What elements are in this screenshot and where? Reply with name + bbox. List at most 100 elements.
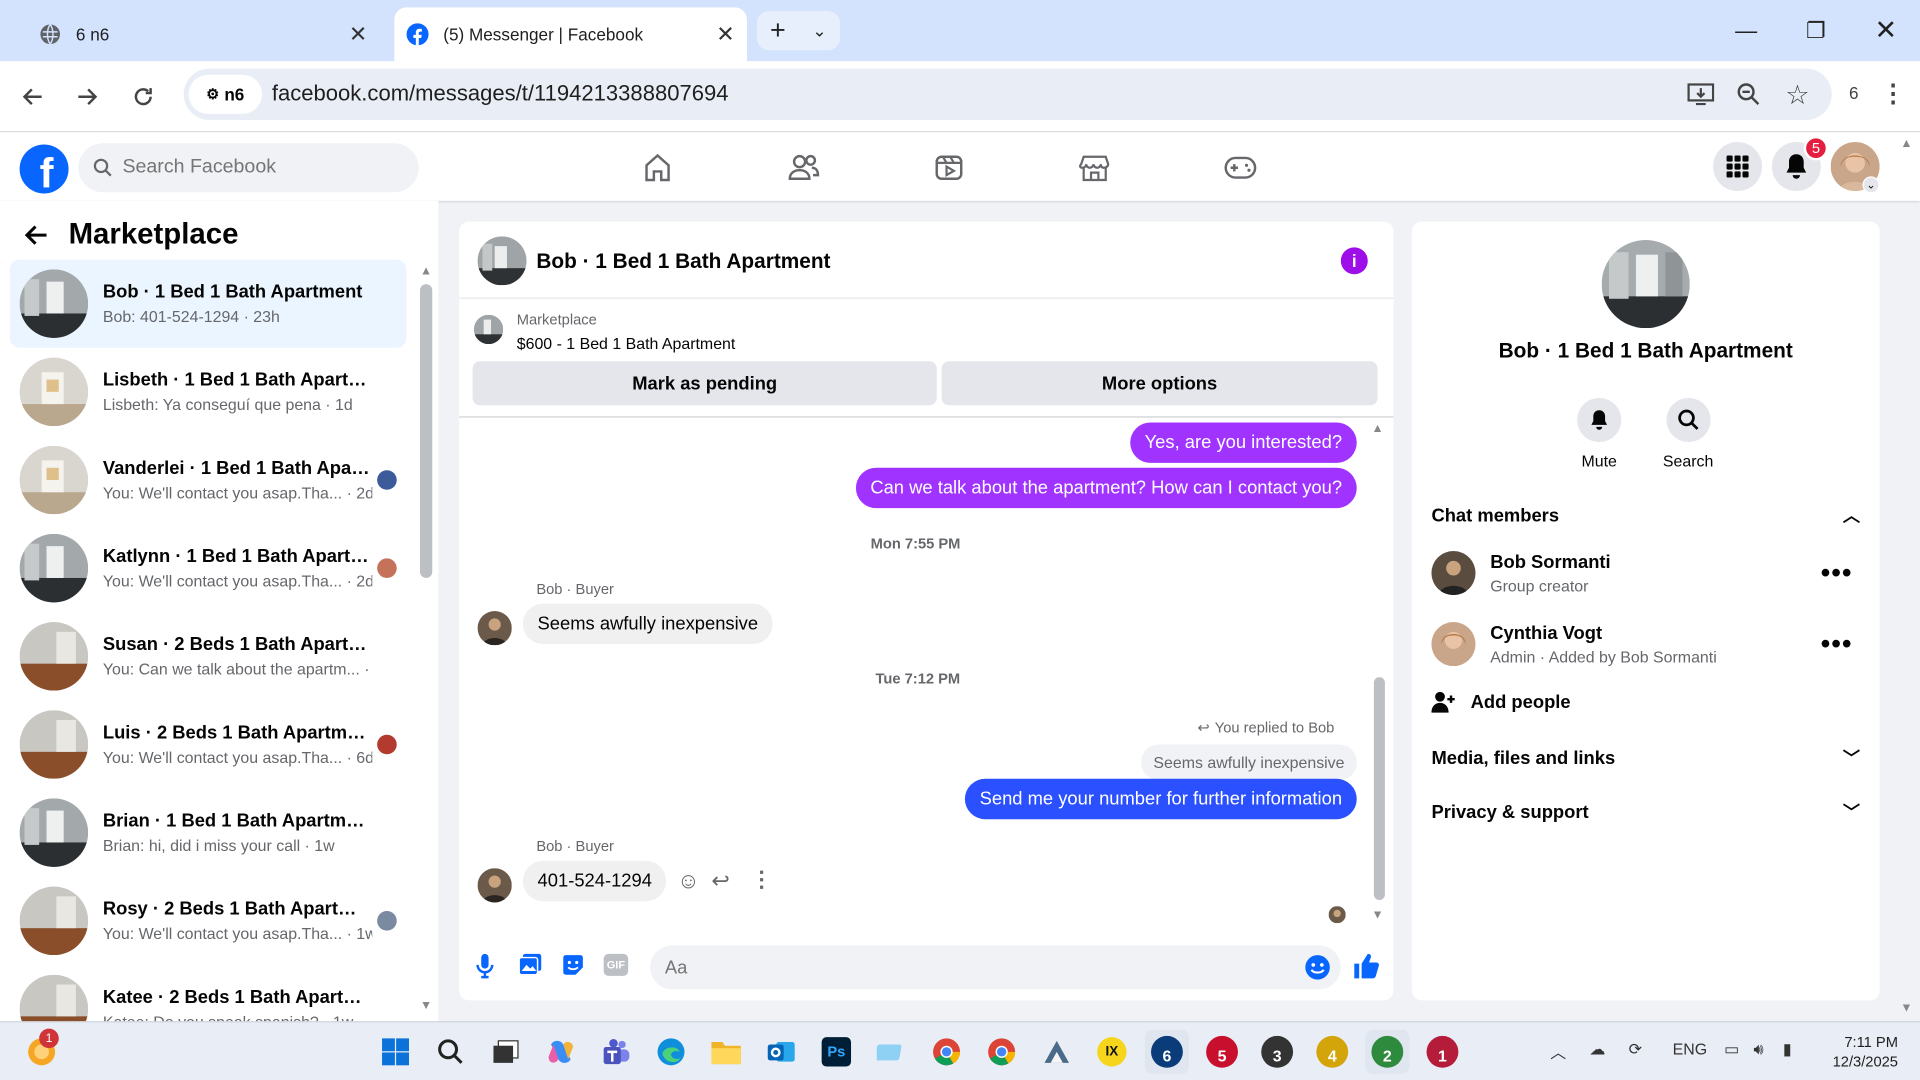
close-window-button[interactable]: ✕ [1861, 10, 1910, 52]
friends-icon[interactable] [782, 147, 824, 189]
display-icon[interactable]: ▭ [1724, 1040, 1739, 1060]
info-icon[interactable]: i [1340, 247, 1368, 275]
volume-icon[interactable]: 🔊︎ [1753, 1040, 1763, 1060]
conversation-item[interactable]: Brian · 1 Bed 1 Bath Apartment Brian: hi,… [10, 789, 407, 877]
facebook-search[interactable] [78, 143, 419, 193]
battery-icon[interactable]: ▮ [1783, 1040, 1792, 1060]
sidebar-scroll-down-icon[interactable]: ▼ [420, 999, 432, 1012]
microphone-icon[interactable] [475, 953, 495, 980]
outgoing-message[interactable]: Yes, are you interested? [1129, 422, 1357, 463]
home-icon[interactable] [637, 147, 679, 189]
browser-profile-icon[interactable]: 4 [1310, 1030, 1354, 1074]
cloud-offline-icon[interactable]: ☁ [1589, 1040, 1605, 1060]
page-scroll-up-icon[interactable]: ▲ [1900, 137, 1912, 150]
media-files-section-header[interactable]: Media, files and links ﹀ [1431, 746, 1860, 770]
incoming-message[interactable]: Seems awfully inexpensive [522, 603, 773, 645]
chat-scrollbar[interactable] [1373, 677, 1385, 901]
browser-profile-icon[interactable]: 1 [1420, 1030, 1464, 1074]
task-view-icon[interactable] [484, 1030, 528, 1074]
browser-profile-icon[interactable]: 2 [1365, 1029, 1410, 1074]
incoming-message[interactable]: 401-524-1294 [522, 860, 667, 902]
profile-indicator[interactable]: 6 [1849, 83, 1859, 103]
close-tab-icon[interactable]: ✕ [716, 21, 734, 47]
account-chevron-icon[interactable]: ⌄ [1862, 176, 1880, 194]
chat-title[interactable]: Bob · 1 Bed 1 Bath Apartment [536, 250, 830, 274]
chrome-profile-icon[interactable] [980, 1030, 1024, 1074]
mark-as-pending-button[interactable]: Mark as pending [472, 361, 937, 406]
listing-thumbnail[interactable] [473, 314, 504, 345]
member-options-icon[interactable]: ••• [1821, 628, 1860, 660]
emoji-icon[interactable] [1304, 954, 1331, 981]
search-in-conversation-button[interactable]: Search [1663, 397, 1713, 470]
chrome-profile-icon[interactable] [924, 1030, 968, 1074]
conversation-item[interactable]: Susan · 2 Beds 1 Bath Apartment You: Can … [10, 612, 407, 700]
chat-scroll-up-icon[interactable]: ▲ [1371, 422, 1383, 435]
ix-app-icon[interactable]: IX [1090, 1030, 1134, 1074]
site-info-chip[interactable]: ⚙ n6 [188, 74, 263, 114]
zoom-icon[interactable] [1736, 82, 1760, 106]
more-options-button[interactable]: More options [941, 361, 1378, 406]
bookmark-star-icon[interactable]: ☆ [1785, 80, 1809, 112]
facebook-logo[interactable]: f [19, 144, 69, 194]
address-bar[interactable]: ⚙ n6 facebook.com/messages/t/11942133888… [183, 68, 1832, 121]
marketplace-icon[interactable] [1074, 147, 1116, 189]
outlook-icon[interactable] [759, 1030, 803, 1074]
reply-icon[interactable]: ↩ [711, 868, 729, 894]
page-scroll-down-icon[interactable]: ▼ [1900, 1002, 1912, 1015]
message-input[interactable] [664, 956, 1278, 978]
browser-tab-messenger[interactable]: (5) Messenger | Facebook ✕ [394, 7, 747, 62]
browser-profile-icon[interactable]: 3 [1255, 1030, 1299, 1074]
reload-button[interactable] [127, 81, 159, 113]
member-row[interactable]: Cynthia Vogt Admin · Added by Bob Sorman… [1431, 613, 1860, 674]
member-row[interactable]: Bob Sormanti Group creator ••• [1431, 542, 1860, 603]
photoshop-icon[interactable]: Ps [814, 1030, 858, 1074]
gif-icon[interactable]: GIF [603, 953, 629, 976]
back-arrow-icon[interactable] [24, 223, 48, 247]
bob-avatar[interactable] [477, 868, 512, 903]
listing-title[interactable]: $600 - 1 Bed 1 Bath Apartment [517, 334, 736, 352]
search-input[interactable] [122, 156, 392, 179]
restore-button[interactable]: ❐ [1791, 10, 1840, 52]
outgoing-message[interactable]: Send me your number for further informat… [964, 778, 1357, 820]
add-people-button[interactable]: Add people [1431, 689, 1860, 713]
gaming-icon[interactable] [1220, 147, 1262, 189]
conversation-item[interactable]: Vanderlei · 1 Bed 1 Bath Apart... You: We… [10, 436, 407, 524]
close-tab-icon[interactable]: ✕ [349, 21, 367, 47]
browser-tab-n6[interactable]: 6 n6 ✕ [24, 7, 382, 61]
language-indicator[interactable]: ENG [1673, 1040, 1707, 1058]
url-text[interactable]: facebook.com/messages/t/1194213388807694 [272, 81, 729, 107]
new-tab-button[interactable]: + [770, 15, 786, 47]
system-clock[interactable]: 7:11 PM 12/3/2025 [1833, 1032, 1898, 1071]
conversation-photo[interactable] [1601, 240, 1690, 329]
like-thumb-icon[interactable] [1352, 951, 1381, 980]
sidebar-scroll-up-icon[interactable]: ▲ [420, 264, 432, 277]
quoted-message[interactable]: Seems awfully inexpensive [1141, 744, 1357, 781]
photo-icon[interactable] [518, 953, 542, 977]
sync-icon[interactable]: ⟳ [1629, 1040, 1642, 1060]
sticker-icon[interactable] [561, 953, 585, 977]
conversation-item[interactable]: Bob · 1 Bed 1 Bath Apartment Bob: 401-524… [9, 259, 407, 348]
chat-members-section-header[interactable]: Chat members ︿ [1431, 503, 1860, 527]
copilot-icon[interactable] [539, 1030, 583, 1074]
card-app-icon[interactable] [869, 1030, 913, 1074]
conversation-item[interactable]: Lisbeth · 1 Bed 1 Bath Apartment Lisbeth:… [10, 348, 407, 436]
sidebar-scrollbar[interactable] [420, 284, 433, 578]
privacy-support-section-header[interactable]: Privacy & support ﹀ [1431, 800, 1860, 824]
mute-button[interactable]: Mute [1577, 397, 1622, 470]
browser-profile-icon[interactable]: 6 [1144, 1029, 1189, 1074]
back-button[interactable] [17, 81, 49, 113]
file-explorer-icon[interactable] [704, 1030, 748, 1074]
conversation-item[interactable]: Katlynn · 1 Bed 1 Bath Apartm... You: We'… [10, 524, 407, 612]
teams-icon[interactable] [594, 1030, 638, 1074]
conversation-item[interactable]: Rosy · 2 Beds 1 Bath Apartment You: We'll… [10, 877, 407, 965]
start-button[interactable] [373, 1030, 417, 1074]
show-hidden-icons[interactable]: ︿ [1550, 1040, 1566, 1063]
forward-button[interactable] [71, 81, 103, 113]
app-icon[interactable] [1035, 1030, 1079, 1074]
tab-search-chevron-icon[interactable]: ⌄ [812, 20, 826, 41]
conversation-item[interactable]: Luis · 2 Beds 1 Bath Apartment You: We'll… [10, 700, 407, 788]
menu-grid-button[interactable] [1713, 142, 1763, 192]
install-app-icon[interactable] [1687, 82, 1715, 106]
outgoing-message[interactable]: Can we talk about the apartment? How can… [855, 467, 1357, 509]
member-options-icon[interactable]: ••• [1821, 557, 1860, 589]
